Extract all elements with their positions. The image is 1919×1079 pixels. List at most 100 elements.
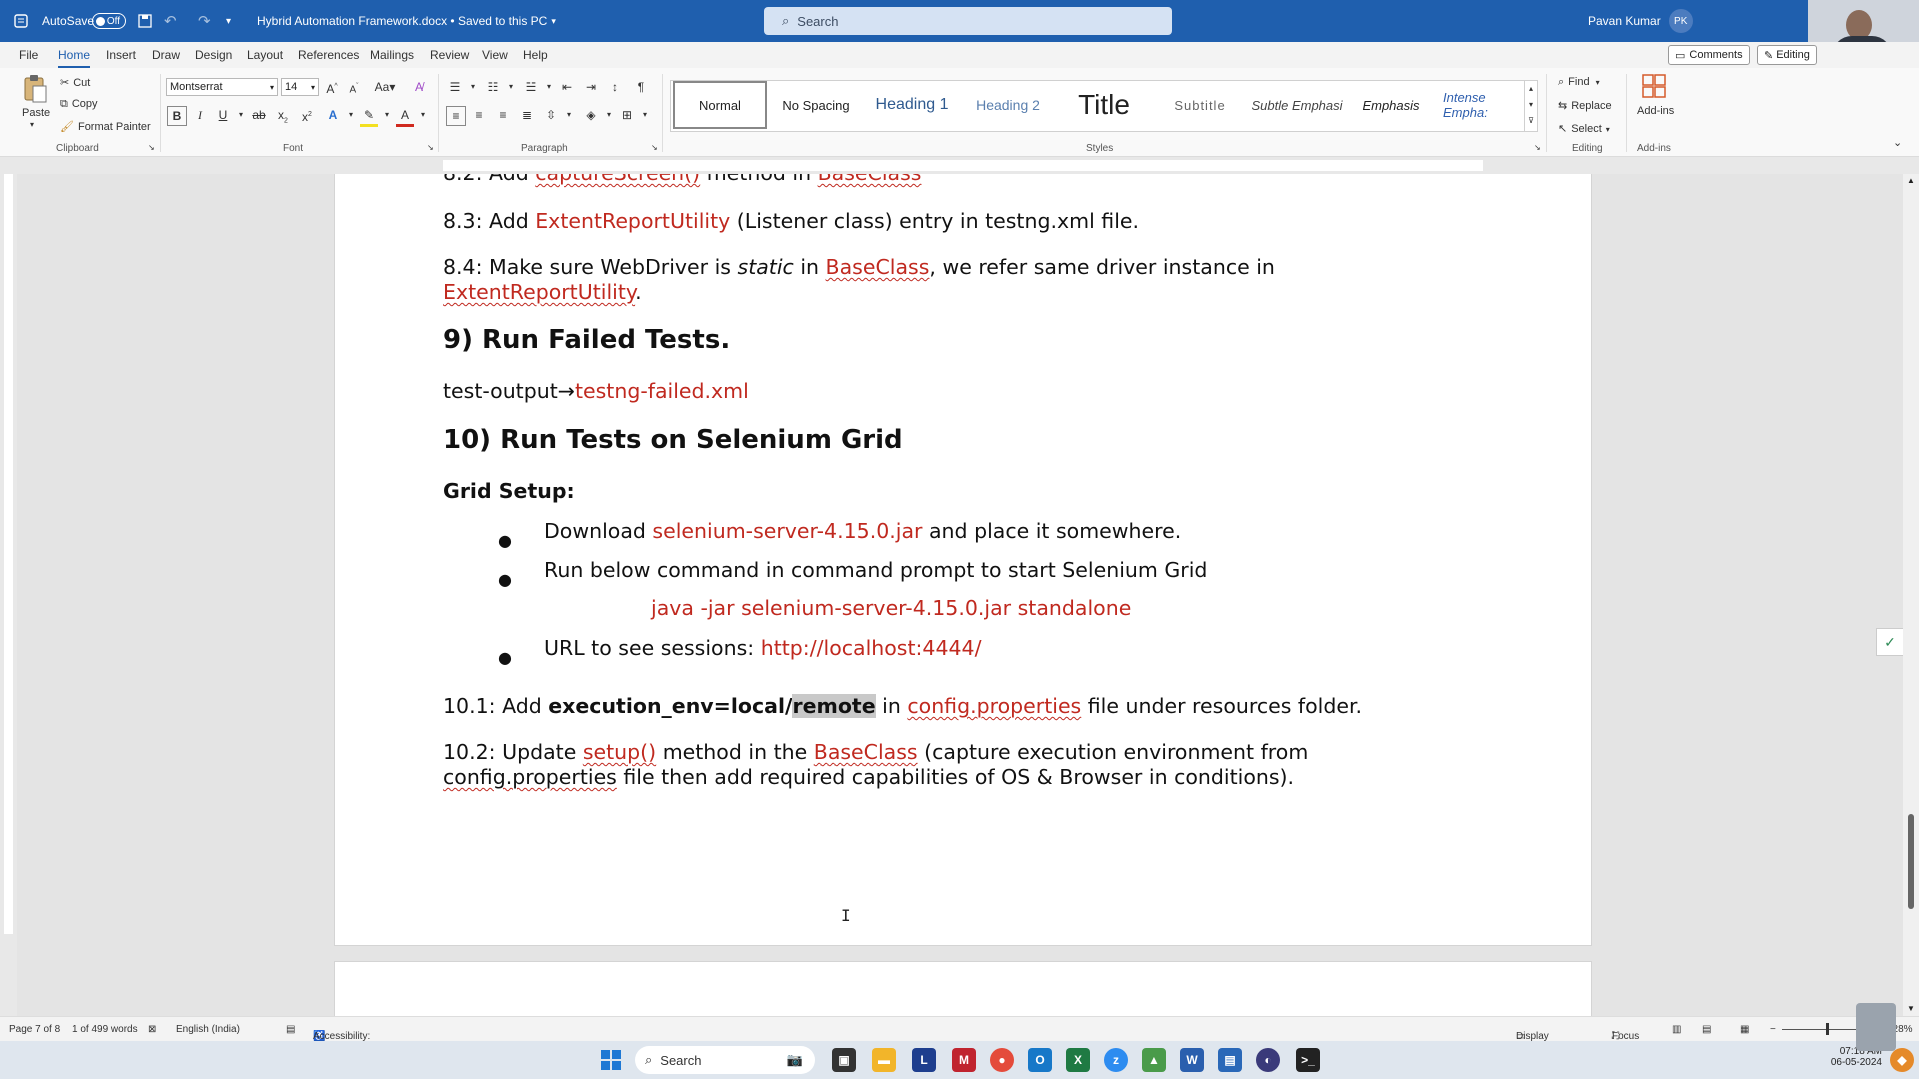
word-app-icon[interactable] xyxy=(14,0,28,42)
highlight-color-icon[interactable]: ✎ xyxy=(360,106,378,127)
paste-chevron-icon[interactable]: ▾ xyxy=(30,120,34,129)
shading-icon[interactable]: ◈ xyxy=(582,106,600,124)
chevron-down-icon[interactable]: ▾ xyxy=(600,106,618,124)
tab-help[interactable]: Help xyxy=(523,48,548,62)
redo-icon[interactable]: ↷ xyxy=(198,0,211,42)
line-spacing-icon[interactable]: ⇳ xyxy=(542,106,560,124)
scroll-up-icon[interactable]: ▲ xyxy=(1907,176,1915,185)
url-link[interactable]: http://localhost:4444/ xyxy=(761,636,982,660)
tab-view[interactable]: View xyxy=(482,48,508,62)
checkmark-icon[interactable]: ✓ xyxy=(1876,628,1904,656)
task-view-icon[interactable]: ▣ xyxy=(832,1048,856,1072)
tab-review[interactable]: Review xyxy=(430,48,469,62)
bold-button[interactable]: B xyxy=(167,106,187,126)
document-title[interactable]: Hybrid Automation Framework.docx • Saved… xyxy=(257,0,556,42)
align-right-icon[interactable]: ≡ xyxy=(494,106,512,124)
style-subtitle[interactable]: Subtitle xyxy=(1153,81,1247,129)
print-layout-icon[interactable]: ▤ xyxy=(1702,1024,1711,1035)
web-layout-icon[interactable]: ▦ xyxy=(1740,1024,1749,1035)
document-page[interactable]: 8.2: Add captureScreen() method in BaseC… xyxy=(334,174,1592,946)
terminal-icon[interactable]: >_ xyxy=(1296,1048,1320,1072)
font-name-box[interactable]: Montserrat ▾ xyxy=(166,78,278,96)
comments-button[interactable]: ▭ Comments xyxy=(1668,45,1750,65)
notepad-icon[interactable]: ▤ xyxy=(1218,1048,1242,1072)
style-intense-emphasis[interactable]: Intense Empha: xyxy=(1437,81,1531,129)
tab-layout[interactable]: Layout xyxy=(247,48,283,62)
user-account[interactable]: Pavan Kumar PK xyxy=(1588,0,1693,42)
replace-button[interactable]: ⇆ Replace xyxy=(1558,99,1612,112)
windows-start-icon[interactable] xyxy=(599,1048,623,1072)
tab-file[interactable]: File xyxy=(19,48,38,62)
page-count[interactable]: Page 7 of 8 xyxy=(9,1024,60,1035)
style-normal[interactable]: Normal xyxy=(673,81,767,129)
addins-icon[interactable] xyxy=(1642,74,1666,101)
style-emphasis[interactable]: Emphasis xyxy=(1347,81,1435,129)
undo-icon[interactable]: ↶ xyxy=(164,0,177,42)
chevron-down-icon[interactable]: ▾ xyxy=(540,78,558,96)
tab-home[interactable]: Home xyxy=(58,48,91,68)
taskbar-search[interactable]: ⌕ Search 📷 xyxy=(635,1046,815,1074)
vertical-scrollbar[interactable]: ▲ ▼ xyxy=(1903,174,1919,1016)
italic-button[interactable]: I xyxy=(191,106,209,124)
styles-scroll[interactable]: ▴ ▾ ⊽ xyxy=(1524,80,1538,132)
zoom-app-icon[interactable]: z xyxy=(1104,1048,1128,1072)
borders-icon[interactable]: ⊞ xyxy=(618,106,636,124)
style-heading-2[interactable]: Heading 2 xyxy=(961,81,1055,129)
chevron-down-icon[interactable]: ▾ xyxy=(378,106,396,124)
paste-icon[interactable] xyxy=(22,74,48,104)
app-chart-icon[interactable]: ▲ xyxy=(1142,1048,1166,1072)
find-button[interactable]: ⌕ Find ▾ xyxy=(1558,76,1600,89)
numbering-icon[interactable]: ☷ xyxy=(484,78,502,96)
select-button[interactable]: ↖ Select ▾ xyxy=(1558,122,1610,135)
clear-formatting-icon[interactable]: A̸ xyxy=(410,78,428,96)
tab-insert[interactable]: Insert xyxy=(106,48,136,62)
justify-icon[interactable]: ≣ xyxy=(518,106,536,124)
decrease-indent-icon[interactable]: ⇤ xyxy=(558,78,576,96)
tab-references[interactable]: References xyxy=(298,48,359,62)
word-count[interactable]: 1 of 499 words xyxy=(72,1024,138,1035)
font-size-box[interactable]: 14 ▾ xyxy=(281,78,319,96)
scrollbar-thumb[interactable] xyxy=(1908,814,1914,909)
strikethrough-button[interactable]: ab xyxy=(250,106,268,124)
save-icon[interactable] xyxy=(138,0,152,42)
zoom-out-icon[interactable]: − xyxy=(1770,1024,1776,1035)
paragraph-launcher-icon[interactable]: ↘ xyxy=(651,143,658,152)
underline-button[interactable]: U xyxy=(214,106,232,124)
style-subtle-emphasis[interactable]: Subtle Emphasi xyxy=(1249,81,1345,129)
chevron-down-icon[interactable]: ▾ xyxy=(414,106,432,124)
underline-chevron-icon[interactable]: ▾ xyxy=(232,106,250,124)
bullets-icon[interactable]: ☰ xyxy=(446,78,464,96)
proofing-icon[interactable]: ⊠ xyxy=(148,1024,156,1035)
chevron-down-icon[interactable]: ▾ xyxy=(464,78,482,96)
chevron-down-icon[interactable]: ▾ xyxy=(342,106,360,124)
next-page[interactable] xyxy=(334,961,1592,1016)
align-center-icon[interactable]: ≡ xyxy=(470,106,488,124)
zoom-slider-thumb[interactable] xyxy=(1826,1023,1829,1035)
language[interactable]: English (India) xyxy=(176,1024,240,1035)
clipboard-launcher-icon[interactable]: ↘ xyxy=(148,143,155,152)
style-no-spacing[interactable]: No Spacing xyxy=(769,81,863,129)
text-effects-icon[interactable]: A xyxy=(324,106,342,124)
copy-button[interactable]: ⧉ Copy xyxy=(60,98,98,111)
horizontal-ruler[interactable] xyxy=(0,157,1919,174)
chrome-icon[interactable]: ● xyxy=(990,1048,1014,1072)
read-mode-icon[interactable]: ▥ xyxy=(1672,1024,1681,1035)
editing-mode-button[interactable]: ✎ Editing xyxy=(1757,45,1817,65)
font-color-icon[interactable]: A xyxy=(396,106,414,127)
mcafee-icon[interactable]: M xyxy=(952,1048,976,1072)
word-taskbar-icon[interactable]: W xyxy=(1180,1048,1204,1072)
document-area[interactable]: 8.2: Add captureScreen() method in BaseC… xyxy=(17,174,1903,1016)
eclipse-icon[interactable]: ◐ xyxy=(1256,1048,1280,1072)
styles-launcher-icon[interactable]: ↘ xyxy=(1534,143,1541,152)
align-left-icon[interactable]: ≡ xyxy=(446,106,466,126)
paste-button[interactable]: Paste xyxy=(22,107,50,119)
tab-design[interactable]: Design xyxy=(195,48,232,62)
style-heading-1[interactable]: Heading 1 xyxy=(865,81,959,129)
excel-icon[interactable]: X xyxy=(1066,1048,1090,1072)
chevron-down-icon[interactable]: ▾ xyxy=(502,78,520,96)
autosave-toggle[interactable]: Off xyxy=(86,0,126,42)
customize-quick-access-icon[interactable]: ▾ xyxy=(226,0,231,42)
grow-font-icon[interactable]: A^ xyxy=(323,78,341,96)
sort-icon[interactable]: ↕ xyxy=(606,78,624,96)
app-l-icon[interactable]: L xyxy=(912,1048,936,1072)
